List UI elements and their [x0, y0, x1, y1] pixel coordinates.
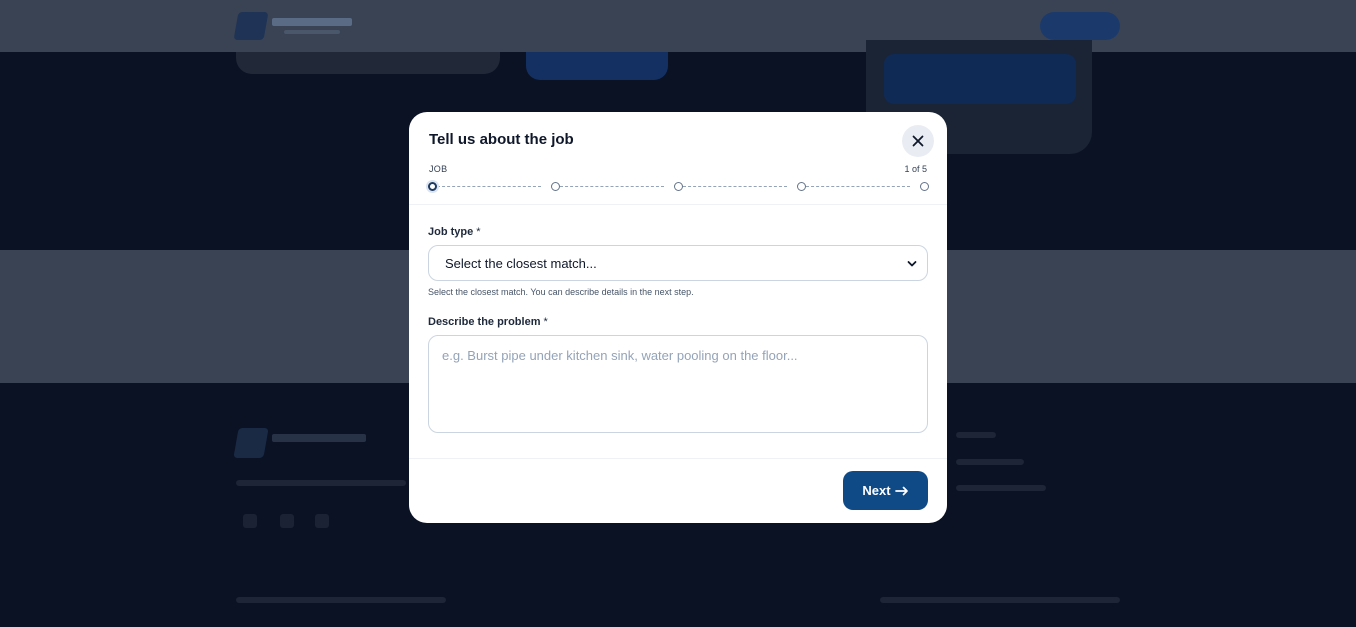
- hero-button: [526, 52, 668, 80]
- social-icon: [243, 514, 257, 528]
- step-dot-1: [428, 182, 437, 191]
- footer-logo: [233, 428, 370, 460]
- hero-pill: [236, 52, 500, 74]
- modal-title: Tell us about the job: [429, 131, 574, 148]
- step-dot-5: [920, 182, 929, 191]
- next-button[interactable]: Next: [843, 471, 928, 510]
- arrow-right-icon: [894, 486, 908, 495]
- job-type-selected-value: Select the closest match...: [445, 255, 597, 271]
- step-dot-4: [797, 182, 806, 191]
- job-type-label: Job type *: [428, 226, 481, 238]
- job-details-modal: Tell us about the job JOB 1 of 5 Job typ…: [409, 112, 947, 523]
- close-icon: [912, 135, 924, 147]
- social-icon: [280, 514, 294, 528]
- site-logo: [233, 12, 354, 40]
- problem-label: Describe the problem *: [428, 316, 548, 328]
- step-count: 1 of 5: [904, 164, 927, 174]
- step-dot-3: [674, 182, 683, 191]
- problem-textarea[interactable]: e.g. Burst pipe under kitchen sink, wate…: [428, 335, 928, 433]
- header-cta-button: [1040, 12, 1120, 40]
- close-button[interactable]: [902, 125, 934, 157]
- header-divider: [409, 204, 947, 205]
- step-dot-2: [551, 182, 560, 191]
- job-type-hint: Select the closest match. You can descri…: [428, 287, 694, 297]
- chevron-down-icon: [907, 261, 917, 267]
- social-icon: [315, 514, 329, 528]
- footer-divider: [409, 458, 947, 459]
- step-label: JOB: [429, 164, 448, 174]
- job-type-select[interactable]: Select the closest match...: [428, 245, 928, 281]
- site-header: [0, 0, 1356, 52]
- next-button-label: Next: [862, 483, 891, 498]
- progress-stepper: [427, 181, 931, 193]
